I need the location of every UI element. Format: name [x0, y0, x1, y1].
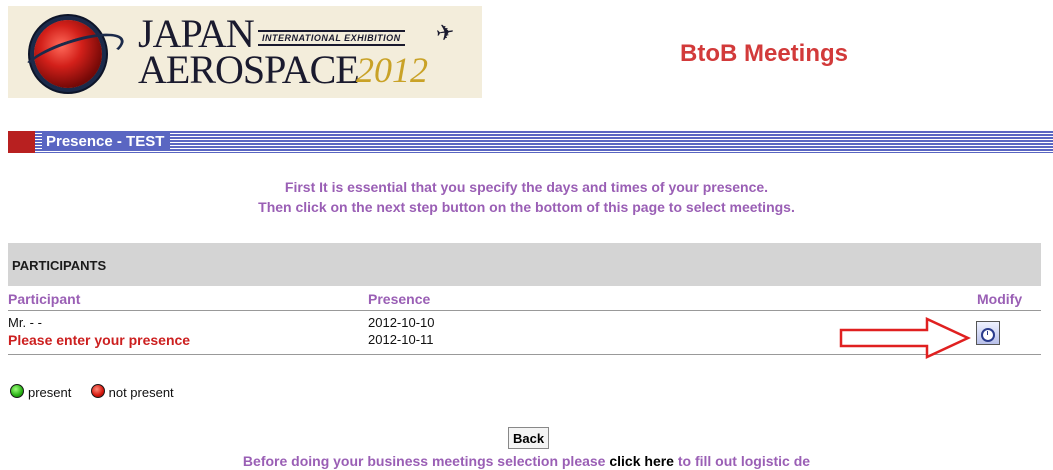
section-header: Presence - TEST	[8, 131, 1053, 153]
section-title: Presence - TEST	[42, 133, 171, 150]
participants-header: PARTICIPANTS	[8, 243, 1041, 286]
page-title: BtoB Meetings	[680, 40, 848, 67]
clock-icon	[981, 328, 995, 342]
arrow-right-icon	[839, 317, 971, 359]
footer-note: Before doing your business meetings sele…	[0, 453, 1053, 469]
red-dot-icon	[90, 384, 105, 398]
modify-presence-button[interactable]	[976, 321, 1000, 345]
logo-aerospace-text: AEROSPACE	[138, 47, 360, 92]
presence-legend: present not present	[10, 384, 174, 400]
airplane-icon: ✈	[434, 18, 457, 47]
presence-date: 2012-10-10	[368, 315, 435, 330]
presence-warning: Please enter your presence	[8, 332, 191, 348]
logo-tagline: INTERNATIONAL EXHIBITION	[258, 30, 405, 46]
participant-name: Mr. - -	[8, 315, 42, 330]
back-button[interactable]: Back	[508, 427, 550, 449]
column-header-modify: Modify	[977, 291, 1023, 307]
footer-text-before: Before doing your business meetings sele…	[242, 453, 610, 469]
presence-date: 2012-10-11	[368, 332, 434, 347]
japan-aerospace-logo: JAPAN INTERNATIONAL EXHIBITION ✈ AEROSPA…	[8, 6, 482, 98]
legend-present-label: present	[28, 385, 72, 400]
footer-text-after: to fill out logistic de	[673, 453, 811, 469]
participants-table: PARTICIPANTS Participant Presence Modify…	[8, 243, 1041, 355]
column-header-presence: Presence	[368, 291, 431, 307]
logistic-details-link[interactable]: click here	[609, 453, 674, 469]
logo-year: 2012	[356, 50, 428, 90]
instructions-line-2: Then click on the next step button on th…	[258, 199, 795, 215]
section-accent	[8, 131, 35, 153]
header-divider	[8, 310, 1041, 311]
instructions: First It is essential that you specify t…	[0, 177, 1053, 217]
participants-header-label: PARTICIPANTS	[12, 258, 107, 273]
column-header-participant: Participant	[8, 291, 81, 307]
green-dot-icon	[10, 384, 24, 398]
globe-logo-icon	[34, 20, 102, 88]
legend-not-present-label: not present	[108, 385, 174, 400]
instructions-line-1: First It is essential that you specify t…	[284, 179, 769, 195]
